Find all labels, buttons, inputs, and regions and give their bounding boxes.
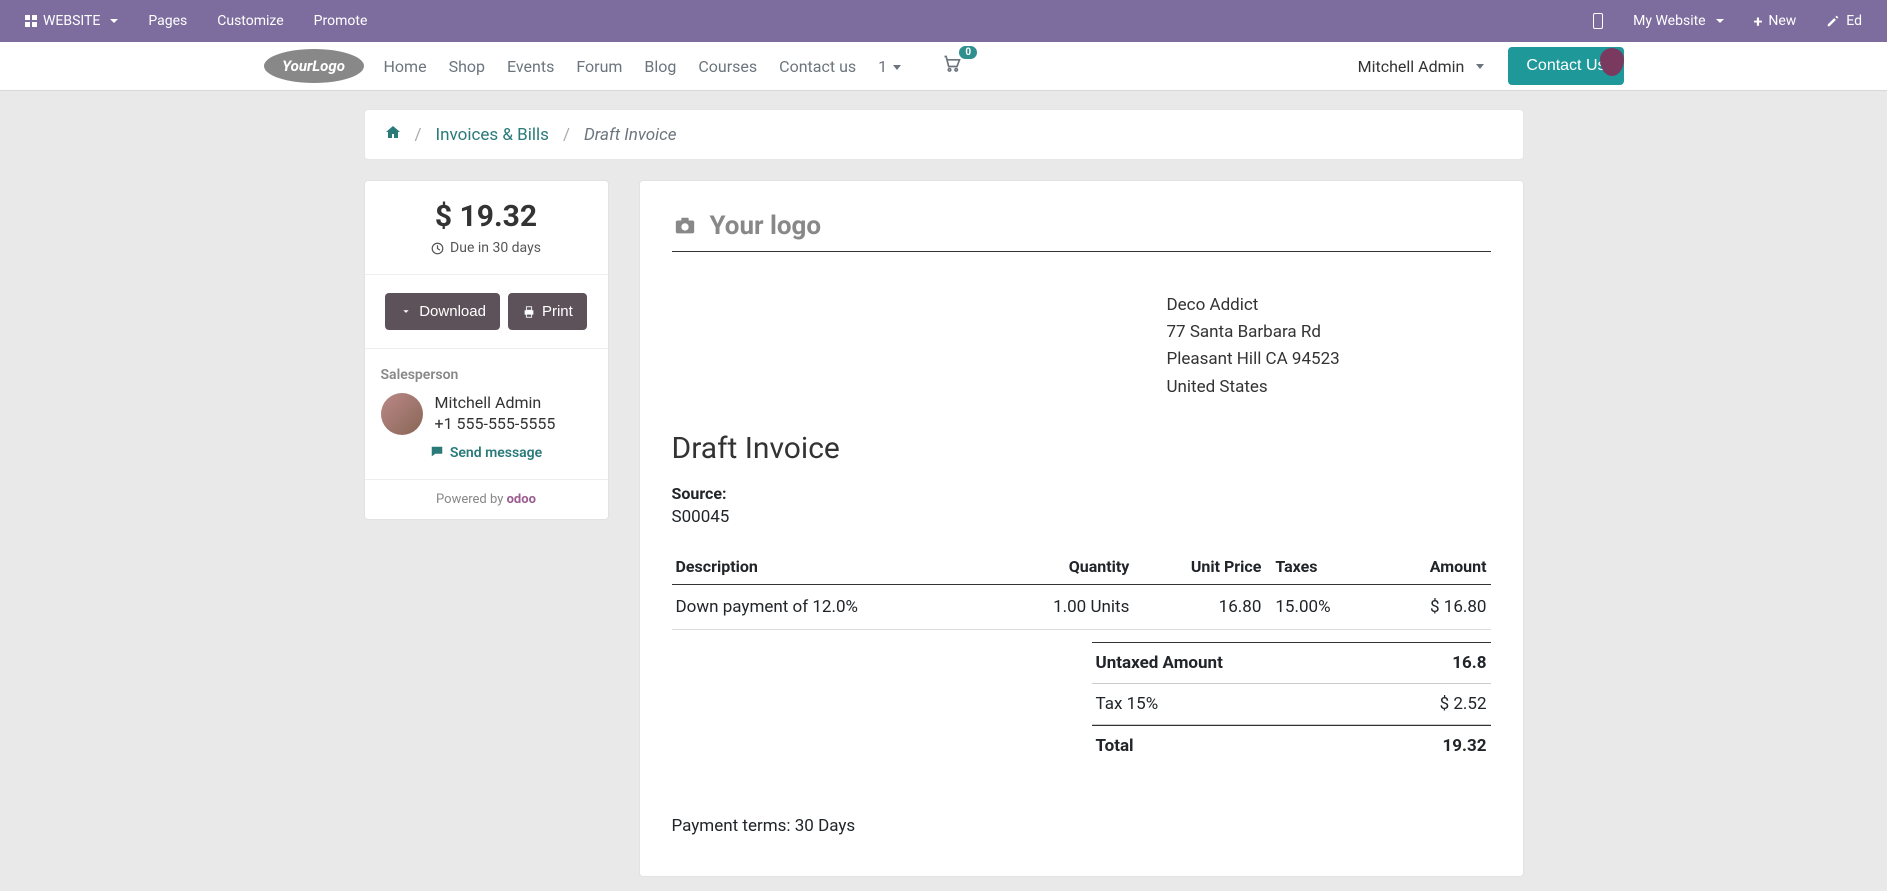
pencil-icon <box>1826 14 1840 28</box>
breadcrumb-current: Draft Invoice <box>584 125 677 145</box>
table-row: Down payment of 12.0% 1.00 Units 16.80 1… <box>672 584 1491 629</box>
th-unit-price: Unit Price <box>1133 549 1265 585</box>
due-text: Due in 30 days <box>381 240 592 256</box>
breadcrumb: / Invoices & Bills / Draft Invoice <box>364 109 1524 160</box>
edit-label: Ed <box>1846 13 1862 29</box>
new-label: New <box>1768 13 1796 29</box>
send-message-label: Send message <box>450 445 542 461</box>
salesperson-heading: Salesperson <box>381 367 592 383</box>
nav-events[interactable]: Events <box>507 57 554 76</box>
nav-number-dropdown[interactable]: 1 <box>878 57 901 76</box>
salesperson-avatar <box>381 393 423 435</box>
addr-country: United States <box>1167 374 1491 401</box>
plus-icon: + <box>1754 12 1763 31</box>
due-label: Due in 30 days <box>450 240 541 256</box>
powered-label: Powered by <box>436 492 503 507</box>
website-label: WEBSITE <box>43 13 100 29</box>
breadcrumb-sep: / <box>415 125 422 145</box>
download-icon <box>399 305 413 319</box>
th-description: Description <box>672 549 992 585</box>
salesperson-name: Mitchell Admin <box>435 393 556 412</box>
cell-tax: 15.00% <box>1265 584 1381 629</box>
nav-contact[interactable]: Contact us <box>779 57 856 76</box>
salesperson-phone: +1 555-555-5555 <box>435 414 556 433</box>
cell-description: Down payment of 12.0% <box>672 584 992 629</box>
nav-links: Home Shop Events Forum Blog Courses Cont… <box>384 57 902 76</box>
nav-blog[interactable]: Blog <box>644 57 676 76</box>
source-label: Source: <box>672 484 1491 503</box>
clock-icon <box>431 242 444 255</box>
addr-city: Pleasant Hill CA 94523 <box>1167 346 1491 373</box>
home-icon <box>385 124 401 140</box>
th-quantity: Quantity <box>992 549 1134 585</box>
camera-icon <box>672 215 698 237</box>
edit-button[interactable]: Ed <box>1811 13 1877 29</box>
my-website-label: My Website <box>1633 13 1705 29</box>
download-button[interactable]: Download <box>385 293 500 330</box>
phone-icon <box>1593 13 1603 29</box>
addr-name: Deco Addict <box>1167 292 1491 319</box>
cell-quantity: 1.00 Units <box>992 584 1134 629</box>
nav-forum[interactable]: Forum <box>576 57 622 76</box>
total-label: Total <box>1096 736 1134 756</box>
nav-shop[interactable]: Shop <box>449 57 485 76</box>
total-value: 19.32 <box>1443 736 1487 756</box>
pages-menu[interactable]: Pages <box>133 13 202 29</box>
addr-street: 77 Santa Barbara Rd <box>1167 319 1491 346</box>
invoice-amount: $ 19.32 <box>381 199 592 234</box>
nav-home[interactable]: Home <box>384 57 427 76</box>
invoice-document: Your logo Deco Addict 77 Santa Barbara R… <box>639 180 1524 877</box>
breadcrumb-home[interactable] <box>385 124 401 145</box>
powered-by: Powered by odoo <box>365 480 608 519</box>
line-items-table: Description Quantity Unit Price Taxes Am… <box>672 549 1491 630</box>
apps-icon <box>25 15 37 27</box>
user-dropdown[interactable]: Mitchell Admin <box>1358 57 1485 76</box>
untaxed-value: 16.8 <box>1452 653 1486 673</box>
tax-value: $ 2.52 <box>1440 694 1487 714</box>
download-label: Download <box>419 303 486 320</box>
user-name: Mitchell Admin <box>1358 57 1465 76</box>
print-button[interactable]: Print <box>508 293 587 330</box>
breadcrumb-invoices[interactable]: Invoices & Bills <box>436 125 549 145</box>
payment-terms: Payment terms: 30 Days <box>672 816 1491 836</box>
customize-menu[interactable]: Customize <box>202 13 298 29</box>
totals-block: Untaxed Amount 16.8 Tax 15% $ 2.52 Total… <box>1092 642 1491 766</box>
cell-amount: $ 16.80 <box>1382 584 1491 629</box>
promote-menu[interactable]: Promote <box>299 13 383 29</box>
tax-label: Tax 15% <box>1096 694 1159 714</box>
breadcrumb-sep: / <box>563 125 570 145</box>
terms-text: Payment terms: 30 Days <box>672 816 856 836</box>
site-logo[interactable]: YourLogo <box>264 49 364 83</box>
invoice-logo-text: Your logo <box>710 211 822 241</box>
summary-card: $ 19.32 Due in 30 days Download Print Sa… <box>364 180 609 520</box>
cart-button[interactable]: 0 <box>941 54 963 78</box>
nav-courses[interactable]: Courses <box>698 57 757 76</box>
print-label: Print <box>542 303 573 320</box>
th-taxes: Taxes <box>1265 549 1381 585</box>
send-message-link[interactable]: Send message <box>381 445 592 461</box>
new-button[interactable]: + New <box>1739 12 1812 31</box>
untaxed-label: Untaxed Amount <box>1096 653 1223 673</box>
chat-icon <box>430 445 444 459</box>
site-navbar: YourLogo Home Shop Events Forum Blog Cou… <box>0 42 1887 91</box>
print-icon <box>522 305 536 319</box>
customer-address: Deco Addict 77 Santa Barbara Rd Pleasant… <box>1167 292 1491 401</box>
th-amount: Amount <box>1382 549 1491 585</box>
source-value: S00045 <box>672 507 1491 527</box>
mobile-preview[interactable] <box>1578 13 1618 29</box>
my-website-menu[interactable]: My Website <box>1618 13 1738 29</box>
powered-brand: odoo <box>507 492 536 507</box>
droplet-icon[interactable] <box>1600 48 1624 76</box>
cell-price: 16.80 <box>1133 584 1265 629</box>
editor-topbar: WEBSITE Pages Customize Promote My Websi… <box>0 0 1887 42</box>
cart-badge: 0 <box>959 46 977 59</box>
website-menu[interactable]: WEBSITE <box>10 13 133 29</box>
invoice-title: Draft Invoice <box>672 431 1491 466</box>
